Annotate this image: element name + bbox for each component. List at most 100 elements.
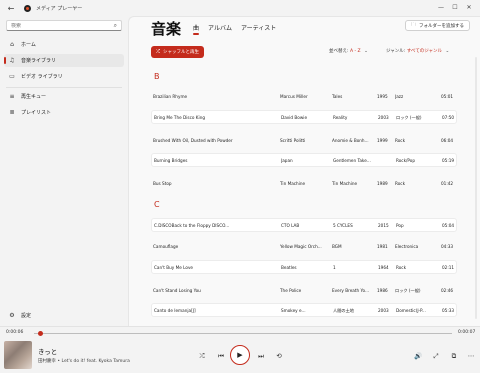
add-folder-button[interactable]: 🗀 フォルダーを追加する xyxy=(404,20,470,31)
previous-icon[interactable]: ⏮ xyxy=(215,350,227,362)
back-arrow-icon[interactable]: ← xyxy=(4,4,18,13)
tab-bar: 曲 アルバム アーティスト xyxy=(193,23,285,35)
song-artist[interactable]: Tin Machine xyxy=(280,181,328,186)
tab-songs[interactable]: 曲 xyxy=(193,23,200,35)
song-duration: 06:04 xyxy=(441,138,454,143)
total-time: 0:00:07 xyxy=(458,330,476,335)
title-bar: ← メディア プレーヤー — ☐ ✕ xyxy=(0,0,480,16)
song-album[interactable]: Anomie & Bonh... xyxy=(332,138,380,143)
repeat-icon[interactable]: ⟲ xyxy=(273,350,285,362)
sidebar-item-music-library[interactable]: ♫ 音楽ライブラリ xyxy=(4,54,124,67)
seek-knob[interactable] xyxy=(38,331,44,336)
sidebar-item-label: ホーム xyxy=(21,42,36,48)
shuffle-and-play-button[interactable]: ⤮ シャッフルと再生 xyxy=(151,46,205,58)
sidebar-item-label: プレイリスト xyxy=(21,110,52,116)
table-row[interactable]: C.DISCOBack to the Floppy DISCO... CTO L… xyxy=(151,218,457,232)
media-player-app-icon xyxy=(24,4,31,12)
song-artist[interactable]: David Bowie xyxy=(281,115,329,120)
section-letter[interactable]: C xyxy=(154,200,160,209)
song-artist[interactable]: Beatles xyxy=(281,265,329,270)
sort-value: A - Z xyxy=(349,49,361,54)
song-album[interactable]: Tales xyxy=(332,94,380,99)
sidebar-item-play-queue[interactable]: ≡ 再生キュー xyxy=(4,90,124,103)
genre-value: すべてのジャンル xyxy=(406,49,443,54)
song-artist[interactable]: Marcus Miller xyxy=(280,94,328,99)
sidebar-item-home[interactable]: ⌂ ホーム xyxy=(4,38,124,51)
song-year: 1995 xyxy=(377,94,388,99)
song-album[interactable]: Reality xyxy=(333,115,381,120)
vertical-scrollbar[interactable] xyxy=(475,57,477,319)
tab-artists[interactable]: アーティスト xyxy=(241,23,276,35)
genre-label: ジャンル: xyxy=(386,49,406,54)
play-button[interactable]: ▶ xyxy=(230,345,250,365)
song-artist[interactable]: Japan xyxy=(281,158,329,163)
song-album[interactable]: 1 xyxy=(333,265,381,270)
sidebar-item-settings[interactable]: ⚙ 設定 xyxy=(4,309,124,322)
volume-icon[interactable]: 🔊 xyxy=(412,350,424,362)
sidebar-item-playlists[interactable]: ≣ プレイリスト xyxy=(4,106,124,119)
close-icon[interactable]: ✕ xyxy=(462,2,476,13)
song-genre: Domestic(J-P... xyxy=(396,308,426,313)
table-row[interactable]: Bring Me The Disco King David Bowie Real… xyxy=(151,110,457,124)
next-icon[interactable]: ⏭ xyxy=(255,350,267,362)
song-title: C.DISCOBack to the Floppy DISCO... xyxy=(154,223,230,228)
table-row[interactable]: Brushed With Oil, Dusted with Powder Scr… xyxy=(151,134,457,148)
sort-label: 並べ替え: xyxy=(329,49,349,54)
search-input[interactable] xyxy=(11,22,114,29)
table-row[interactable]: Camouflage Yellow Magic Orch... BGM 1981… xyxy=(151,240,457,254)
sidebar-item-label: 音楽ライブラリ xyxy=(21,58,57,64)
song-duration: 04:33 xyxy=(441,244,454,249)
player-bar: 0:00:06 0:00:07 きっと 田村慶幸 • Let's do it! … xyxy=(0,326,480,373)
more-options-icon[interactable]: ⋯ xyxy=(465,350,477,362)
sort-dropdown[interactable]: 並べ替え: A - Z ⌄ xyxy=(329,48,368,54)
table-row[interactable]: Can't Buy Me Love Beatles 1 1964 Rock 02… xyxy=(151,260,457,274)
song-artist[interactable]: Scritti Politti xyxy=(280,138,328,143)
song-title: Brushed With Oil, Dusted with Powder xyxy=(153,138,233,143)
now-playing-subtitle[interactable]: 田村慶幸 • Let's do it! feat. Kyoka Tamura xyxy=(38,358,130,364)
song-album[interactable]: 5 CYCLES xyxy=(333,223,381,228)
seek-bar[interactable] xyxy=(34,331,452,336)
song-album[interactable]: Gentlemen Take... xyxy=(333,158,381,163)
home-icon: ⌂ xyxy=(10,41,14,48)
minimize-icon[interactable]: — xyxy=(434,2,448,13)
song-album[interactable]: 人間の土地 xyxy=(333,308,381,314)
song-artist[interactable]: Smokey e... xyxy=(281,308,329,313)
genre-dropdown[interactable]: ジャンル: すべてのジャンル ⌄ xyxy=(386,48,449,54)
song-genre: Electronica xyxy=(395,244,419,249)
shuffle-icon[interactable]: ⤮ xyxy=(196,350,208,362)
fullscreen-icon[interactable]: ⤢ xyxy=(430,350,442,362)
song-genre: Rock/Pop xyxy=(396,158,416,163)
table-row[interactable]: Burning Bridges Japan Gentlemen Take... … xyxy=(151,153,457,167)
search-box[interactable]: ⌕ xyxy=(6,20,122,31)
song-artist[interactable]: CTO LAB xyxy=(281,223,329,228)
table-row[interactable]: Canto de Iemanja[J] Smokey e... 人間の土地 20… xyxy=(151,303,457,317)
song-title: Canto de Iemanja[J] xyxy=(154,308,196,313)
sidebar-item-video-library[interactable]: ▭ ビデオ ライブラリ xyxy=(4,70,124,83)
song-album[interactable]: Every Breath Yo... xyxy=(332,288,380,293)
song-year: 1981 xyxy=(377,244,388,249)
music-note-icon: ♫ xyxy=(9,57,15,64)
song-album[interactable]: BGM xyxy=(332,244,380,249)
song-year: 2003 xyxy=(378,308,389,313)
album-art[interactable] xyxy=(4,341,32,369)
search-icon[interactable]: ⌕ xyxy=(114,22,117,30)
miniplayer-icon[interactable]: ⧉ xyxy=(448,350,460,362)
gear-icon: ⚙ xyxy=(9,312,15,319)
shuffle-icon: ⤮ xyxy=(156,49,161,55)
song-title: Can't Stand Losing You xyxy=(153,288,201,293)
song-duration: 02:46 xyxy=(441,288,454,293)
table-row[interactable]: Can't Stand Losing You The Police Every … xyxy=(151,284,457,298)
song-artist[interactable]: The Police xyxy=(280,288,328,293)
tab-albums[interactable]: アルバム xyxy=(208,23,232,35)
section-letter[interactable]: B xyxy=(154,72,160,81)
song-artist[interactable]: Yellow Magic Orch... xyxy=(280,244,328,249)
table-row[interactable]: Bus Stop Tin Machine Tin Machine 1989 Ro… xyxy=(151,177,457,191)
song-genre: Pop xyxy=(396,223,404,228)
now-playing-title[interactable]: きっと xyxy=(38,346,57,356)
song-album[interactable]: Tin Machine xyxy=(332,181,380,186)
song-genre: ロック (一般) xyxy=(395,288,421,293)
table-row[interactable]: Brazilian Rhyme Marcus Miller Tales 1995… xyxy=(151,90,457,104)
song-title: Bus Stop xyxy=(153,181,172,186)
maximize-icon[interactable]: ☐ xyxy=(448,2,462,13)
song-duration: 05:04 xyxy=(442,223,455,228)
